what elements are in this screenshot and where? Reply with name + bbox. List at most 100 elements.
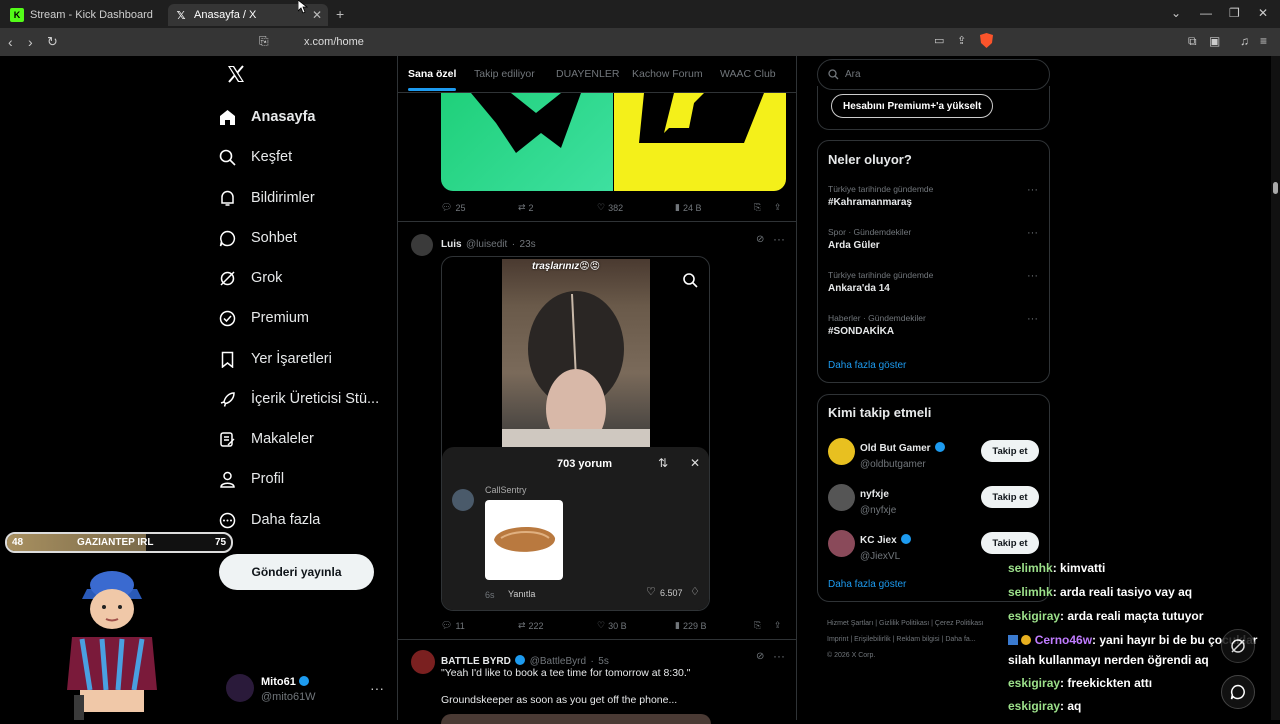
scrollbar-thumb[interactable]	[1273, 182, 1278, 194]
sidebar-item-more[interactable]: Daha fazla	[219, 505, 320, 535]
bookmark-icon[interactable]: ⎘	[754, 620, 761, 631]
more-dots-icon[interactable]: ···	[773, 649, 785, 663]
post-avatar[interactable]	[411, 234, 433, 256]
more-dots-icon[interactable]: ···	[1027, 313, 1038, 325]
share-icon[interactable]: ⇪	[774, 202, 782, 213]
show-more-link[interactable]: Daha fazla göster	[828, 360, 906, 371]
post-button[interactable]: Gönderi yayınla	[219, 554, 374, 590]
post-author-handle[interactable]: @luisedit	[466, 239, 507, 250]
media-icon[interactable]: ♫	[1240, 34, 1249, 48]
commenter-name[interactable]: CallSentry	[485, 485, 527, 495]
footer-link[interactable]: Gizlilik Politikası	[879, 620, 929, 627]
more-dots-icon[interactable]: ···	[1027, 184, 1038, 196]
browser-tab-kick[interactable]: K Stream - Kick Dashboard	[4, 4, 164, 26]
more-dots-icon[interactable]: ···	[1027, 227, 1038, 239]
show-more-link[interactable]: Daha fazla göster	[828, 579, 906, 590]
reply-link[interactable]: Yanıtla	[508, 589, 535, 599]
reply-button[interactable]: 💬︎ 11	[441, 620, 465, 631]
sidebar-item-chat[interactable]: Sohbet	[219, 223, 297, 253]
post-media[interactable]	[441, 93, 786, 191]
more-dots-icon[interactable]: ···	[773, 232, 785, 246]
avatar[interactable]	[828, 530, 855, 557]
post-author-name[interactable]: Luis	[441, 239, 462, 250]
like-button[interactable]: ♡ 30 B	[597, 620, 627, 631]
back-icon[interactable]: ‹	[8, 34, 13, 50]
share-icon[interactable]: ⇪	[957, 34, 966, 47]
follow-suggestion[interactable]: nyfxje @nyfxje	[860, 484, 896, 516]
url-field[interactable]: x.com/home	[280, 32, 1000, 52]
close-tab-icon[interactable]: ✕	[312, 8, 322, 22]
tab-waac-club[interactable]: WAAC Club	[720, 68, 776, 80]
more-dots-icon[interactable]: ···	[1027, 270, 1038, 282]
tab-for-you[interactable]: Sana özel	[408, 68, 457, 91]
repost-button[interactable]: ⇄ 222	[518, 620, 544, 631]
bookmark-icon[interactable]: ⎘	[754, 202, 761, 213]
close-icon[interactable]: ✕	[690, 456, 700, 470]
grok-icon[interactable]: ⊘	[756, 234, 764, 245]
menu-icon[interactable]: ≡	[1260, 34, 1267, 48]
reload-icon[interactable]: ↻	[47, 34, 58, 50]
bookmark-page-icon[interactable]: ⎘	[259, 34, 269, 49]
messages-button[interactable]	[1221, 675, 1255, 709]
forward-icon[interactable]: ›	[28, 34, 33, 50]
post-media[interactable]	[441, 714, 711, 724]
follow-button[interactable]: Takip et	[981, 440, 1039, 462]
tab-following[interactable]: Takip ediliyor	[474, 68, 535, 80]
account-switcher[interactable]: Mito61 @mito61W ···	[226, 672, 386, 708]
follow-button[interactable]: Takip et	[981, 532, 1039, 554]
post-media[interactable]: traşlarınız😡😡 703 yorum ⇅ ✕ CallSentry 6…	[441, 256, 710, 611]
avatar[interactable]	[828, 484, 855, 511]
extensions-icon[interactable]: ⧉	[1188, 34, 1197, 49]
trend-item[interactable]: Türkiye tarihinde gündemde Ankara'da 14	[828, 270, 933, 294]
like-button[interactable]: ♡ 382	[597, 202, 623, 213]
sidebar-item-explore[interactable]: Keşfet	[219, 142, 292, 172]
avatar[interactable]	[828, 438, 855, 465]
cast-icon[interactable]: ▭	[934, 34, 944, 47]
post-author-handle[interactable]: @BattleByrd	[530, 656, 586, 667]
post-time[interactable]: 23s	[520, 239, 536, 250]
grok-chat-button[interactable]	[1221, 629, 1255, 663]
sidebar-item-premium[interactable]: Premium	[219, 303, 309, 333]
post-time[interactable]: 5s	[598, 656, 609, 667]
avatar[interactable]	[452, 489, 474, 511]
sidebar-item-articles[interactable]: Makaleler	[219, 424, 314, 454]
sidebar-item-grok[interactable]: Grok	[219, 263, 282, 293]
footer-link[interactable]: Hizmet Şartları	[827, 620, 873, 627]
footer-link[interactable]: Reklam bilgisi	[896, 636, 939, 643]
close-window-button[interactable]: ✕	[1258, 6, 1268, 20]
sidebar-item-home[interactable]: Anasayfa	[219, 102, 315, 132]
footer-link[interactable]: Çerez Politikası	[935, 620, 984, 627]
dislike-icon[interactable]: ♢	[690, 585, 700, 598]
footer-link[interactable]: Imprint	[827, 636, 848, 643]
minimize-button[interactable]: —	[1200, 6, 1212, 20]
grok-icon[interactable]: ⊘	[756, 651, 764, 662]
trend-item[interactable]: Türkiye tarihinde gündemde #Kahramanmara…	[828, 184, 933, 208]
sidebar-item-notifications[interactable]: Bildirimler	[219, 183, 315, 213]
tab-list-icon[interactable]: ⌄	[1171, 6, 1181, 20]
follow-suggestion[interactable]: KC Jiex @JiexVL	[860, 530, 912, 562]
trend-item[interactable]: Spor · Gündemdekiler Arda Güler	[828, 227, 911, 251]
post-author-name[interactable]: BATTLE BYRD	[441, 656, 511, 667]
footer-link[interactable]: Erişilebilirlik	[854, 636, 891, 643]
share-icon[interactable]: ⇪	[774, 620, 782, 631]
sidebar-item-profile[interactable]: Profil	[219, 464, 284, 494]
premium-upgrade-button[interactable]: Hesabını Premium+'a yükselt	[831, 94, 994, 118]
trend-item[interactable]: Haberler · Gündemdekiler #SONDAKİKA	[828, 313, 926, 337]
views-button[interactable]: ▮ 229 B	[675, 620, 706, 631]
follow-button[interactable]: Takip et	[981, 486, 1039, 508]
follow-suggestion[interactable]: Old But Gamer @oldbutgamer	[860, 438, 946, 470]
brave-shield-icon[interactable]	[980, 33, 993, 48]
x-logo[interactable]	[226, 64, 246, 84]
zoom-icon[interactable]	[682, 272, 698, 288]
maximize-button[interactable]: ❐	[1229, 6, 1240, 20]
sidebar-item-creator-studio[interactable]: İçerik Üreticisi Stü...	[219, 384, 379, 414]
scrollbar[interactable]	[1271, 56, 1280, 720]
repost-button[interactable]: ⇄ 2	[518, 202, 534, 213]
tab-kachow-forum[interactable]: Kachow Forum	[632, 68, 703, 80]
post-avatar[interactable]	[411, 650, 435, 674]
heart-icon[interactable]: ♡	[646, 585, 656, 598]
sidebar-icon[interactable]: ▣	[1209, 34, 1220, 48]
tab-duayenler[interactable]: DUAYENLER	[556, 68, 619, 80]
comment-image[interactable]	[485, 500, 563, 580]
footer-link[interactable]: Daha fa...	[945, 636, 975, 643]
